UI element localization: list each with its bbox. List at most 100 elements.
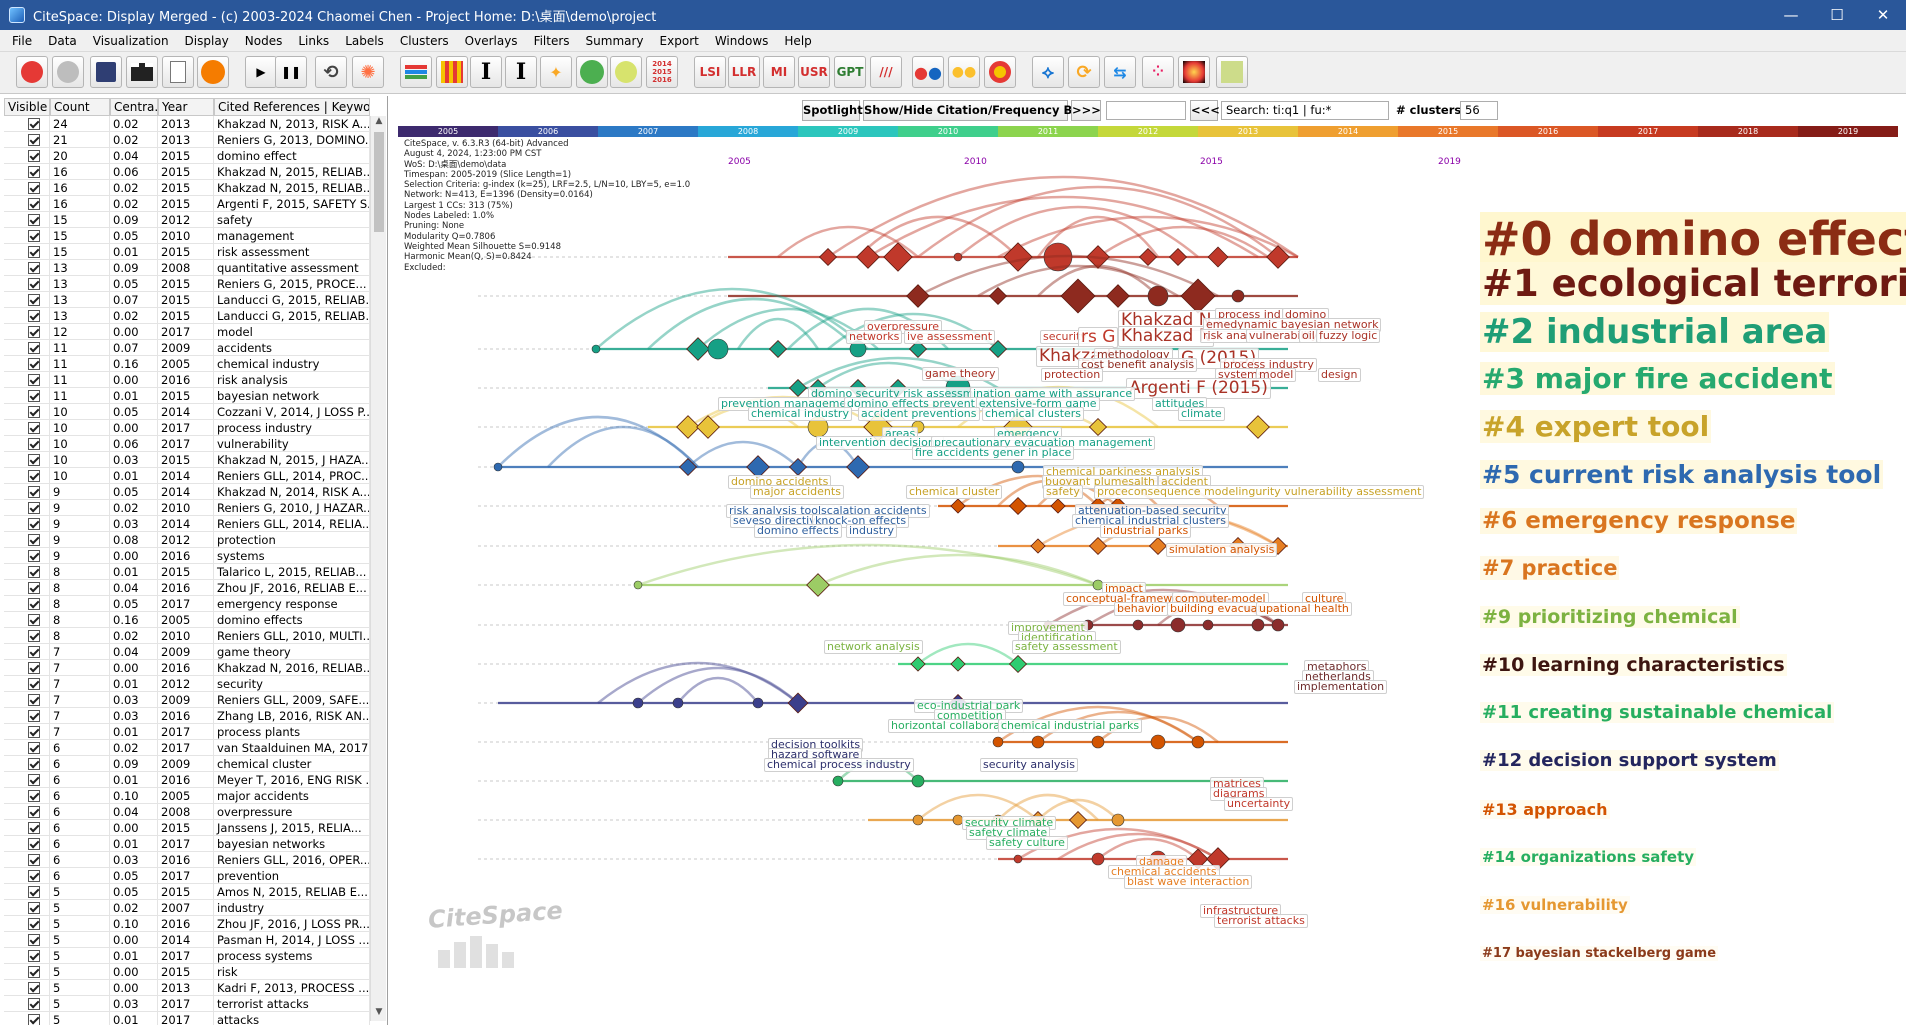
- table-row[interactable]: 6 0.03 2016 Reniers GLL, 2016, OPER...: [4, 852, 370, 868]
- sparkle-icon[interactable]: ✦: [540, 56, 572, 88]
- table-row[interactable]: 8 0.02 2010 Reniers GLL, 2010, MULTI...: [4, 628, 370, 644]
- table-row[interactable]: 5 0.05 2015 Amos N, 2015, RELIAB E...: [4, 884, 370, 900]
- lsi-button[interactable]: LSI: [694, 56, 726, 88]
- visible-checkbox[interactable]: [28, 918, 40, 930]
- timeline-visualization-canvas[interactable]: 2005 2006 2007 2008 2009 2010 2011 2012 2013 2014…: [398, 126, 1906, 1025]
- table-row[interactable]: 7 0.00 2016 Khakzad N, 2016, RELIAB...: [4, 660, 370, 676]
- mi-button[interactable]: MI: [763, 56, 795, 88]
- document-icon[interactable]: [162, 56, 194, 88]
- record-icon[interactable]: [16, 56, 48, 88]
- network-icon[interactable]: ⟡: [1032, 56, 1064, 88]
- year-range-icon[interactable]: 2014 2015 2016: [646, 56, 678, 88]
- table-row[interactable]: 8 0.16 2005 domino effects: [4, 612, 370, 628]
- node-label[interactable]: behavior: [1114, 602, 1169, 616]
- visible-checkbox[interactable]: [28, 326, 40, 338]
- cluster-label[interactable]: #3 major fire accident: [1480, 362, 1835, 395]
- visible-checkbox[interactable]: [28, 166, 40, 178]
- close-button[interactable]: ✕: [1860, 0, 1906, 30]
- visible-checkbox[interactable]: [28, 566, 40, 578]
- node-label[interactable]: Argenti F (2015): [1126, 378, 1271, 399]
- table-row[interactable]: 8 0.05 2017 emergency response: [4, 596, 370, 612]
- table-row[interactable]: 7 0.04 2009 game theory: [4, 644, 370, 660]
- table-row[interactable]: 7 0.01 2017 process plants: [4, 724, 370, 740]
- node-label[interactable]: rs G: [1078, 327, 1119, 348]
- node-label[interactable]: safety assessment: [1012, 640, 1121, 654]
- visible-checkbox[interactable]: [28, 470, 40, 482]
- visible-checkbox[interactable]: [28, 150, 40, 162]
- visible-checkbox[interactable]: [28, 934, 40, 946]
- node-label[interactable]: blast wave interaction: [1124, 875, 1253, 889]
- visible-checkbox[interactable]: [28, 214, 40, 226]
- menu-filters[interactable]: Filters: [526, 34, 578, 48]
- cluster-label[interactable]: #13 approach: [1480, 800, 1610, 819]
- visible-checkbox[interactable]: [28, 966, 40, 978]
- scroll-thumb[interactable]: [374, 132, 384, 232]
- scroll-up-icon[interactable]: ▲: [371, 116, 387, 130]
- node-label[interactable]: chemical cluster: [906, 485, 1003, 499]
- visible-checkbox[interactable]: [28, 278, 40, 290]
- node-label[interactable]: uncertainty: [1224, 797, 1294, 811]
- node-label[interactable]: ive assessment: [904, 330, 996, 344]
- visible-checkbox[interactable]: [28, 870, 40, 882]
- dots-cluster-icon[interactable]: ●●: [912, 56, 944, 88]
- header-cited-references[interactable]: Cited References | Keywo...: [214, 98, 370, 116]
- visible-checkbox[interactable]: [28, 390, 40, 402]
- clapperboard-icon[interactable]: [126, 56, 158, 88]
- usr-button[interactable]: USR: [798, 56, 830, 88]
- node-label[interactable]: proceconsequence modelingurity vulnerabi…: [1094, 485, 1425, 499]
- node-label[interactable]: design: [1318, 368, 1361, 382]
- table-row[interactable]: 6 0.02 2017 van Staalduinen MA, 2017,...: [4, 740, 370, 756]
- table-row[interactable]: 9 0.00 2016 systems: [4, 548, 370, 564]
- visible-checkbox[interactable]: [28, 262, 40, 274]
- visible-checkbox[interactable]: [28, 902, 40, 914]
- table-row[interactable]: 9 0.08 2012 protection: [4, 532, 370, 548]
- map-icon[interactable]: [1216, 56, 1248, 88]
- table-row[interactable]: 15 0.05 2010 management: [4, 228, 370, 244]
- table-row[interactable]: 21 0.02 2013 Reniers G, 2013, DOMINO...: [4, 132, 370, 148]
- header-year[interactable]: Year: [158, 98, 214, 116]
- node-label[interactable]: simulation analysis: [1166, 543, 1278, 557]
- circle-icon[interactable]: [610, 56, 642, 88]
- table-row[interactable]: 16 0.02 2015 Argenti F, 2015, SAFETY S...: [4, 196, 370, 212]
- table-row[interactable]: 7 0.03 2016 Zhang LB, 2016, RISK AN...: [4, 708, 370, 724]
- node-label[interactable]: safety: [1043, 485, 1083, 499]
- table-row[interactable]: 7 0.03 2009 Reniers GLL, 2009, SAFE...: [4, 692, 370, 708]
- refresh-icon[interactable]: ⟲: [315, 56, 347, 88]
- visible-checkbox[interactable]: [28, 422, 40, 434]
- visible-checkbox[interactable]: [28, 310, 40, 322]
- cluster-label[interactable]: #16 vulnerability: [1480, 896, 1630, 914]
- node-label[interactable]: industry: [846, 524, 898, 538]
- menu-overlays[interactable]: Overlays: [457, 34, 526, 48]
- menu-clusters[interactable]: Clusters: [392, 34, 457, 48]
- cluster-label[interactable]: #7 practice: [1480, 556, 1620, 580]
- visible-checkbox[interactable]: [28, 486, 40, 498]
- visible-checkbox[interactable]: [28, 950, 40, 962]
- burst-toggle-button[interactable]: Show/Hide Citation/Frequency Burst: [863, 100, 1098, 121]
- visible-checkbox[interactable]: [28, 726, 40, 738]
- table-row[interactable]: 8 0.04 2016 Zhou JF, 2016, RELIAB E...: [4, 580, 370, 596]
- visible-checkbox[interactable]: [28, 534, 40, 546]
- table-row[interactable]: 6 0.00 2015 Janssens J, 2015, RELIA...: [4, 820, 370, 836]
- cluster-label[interactable]: #5 current risk analysis tool: [1480, 460, 1884, 489]
- table-row[interactable]: 15 0.09 2012 safety: [4, 212, 370, 228]
- table-row[interactable]: 6 0.10 2005 major accidents: [4, 788, 370, 804]
- clusters-count-field[interactable]: 56: [1460, 101, 1498, 120]
- visible-checkbox[interactable]: [28, 822, 40, 834]
- node-label[interactable]: protection: [1041, 368, 1104, 382]
- node-label[interactable]: fire accidents gener in place: [912, 446, 1075, 460]
- node-label[interactable]: network analysis: [824, 640, 923, 654]
- sunburst-icon[interactable]: ✺: [352, 56, 384, 88]
- table-row[interactable]: 6 0.01 2016 Meyer T, 2016, ENG RISK ...: [4, 772, 370, 788]
- visible-checkbox[interactable]: [28, 454, 40, 466]
- node-label[interactable]: implementation: [1294, 680, 1388, 694]
- grid-heatmap-icon[interactable]: [436, 56, 468, 88]
- node-label[interactable]: safety culture: [986, 836, 1068, 850]
- table-row[interactable]: 13 0.05 2015 Reniers G, 2015, PROCE...: [4, 276, 370, 292]
- visible-checkbox[interactable]: [28, 198, 40, 210]
- table-row[interactable]: 5 0.00 2014 Pasman H, 2014, J LOSS ...: [4, 932, 370, 948]
- llr-button[interactable]: LLR: [728, 56, 760, 88]
- maximize-button[interactable]: ☐: [1814, 0, 1860, 30]
- visible-checkbox[interactable]: [28, 774, 40, 786]
- visible-checkbox[interactable]: [28, 1014, 40, 1025]
- slashes-icon[interactable]: ///: [870, 56, 902, 88]
